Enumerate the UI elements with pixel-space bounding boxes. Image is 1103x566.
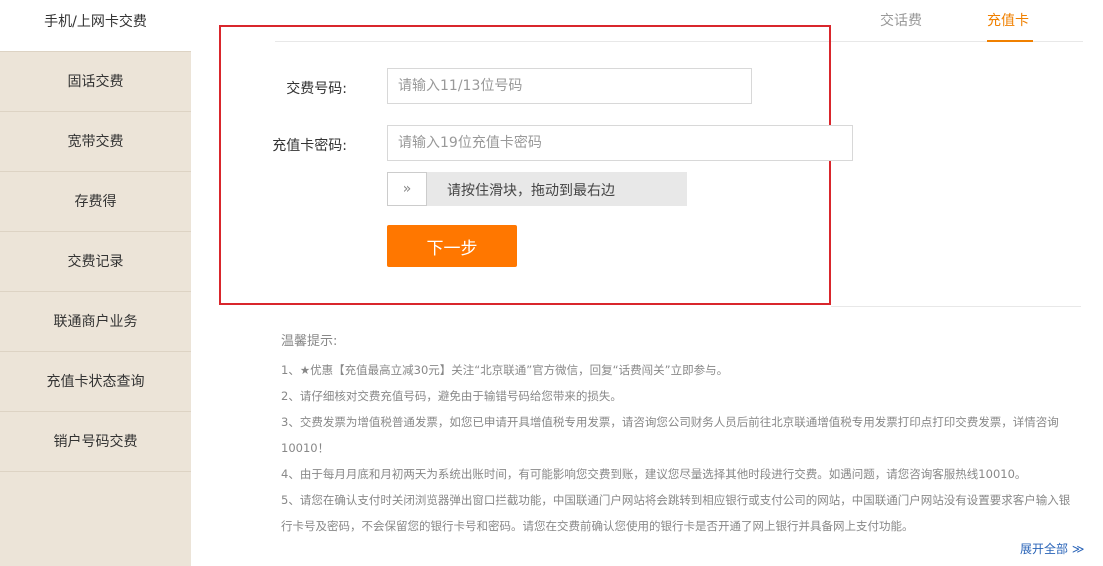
slider-instruction: 请按住滑块，拖动到最右边: [447, 183, 615, 199]
phone-number-label: 交费号码:: [286, 81, 347, 97]
tip-item: 2、请仔细核对交费充值号码，避免由于输错号码给您带来的损失。: [281, 389, 622, 403]
sidebar-item-merchant-business[interactable]: 联通商户业务: [0, 292, 191, 352]
active-tab-indicator: [987, 40, 1033, 42]
slider-handle-icon[interactable]: »: [387, 172, 427, 206]
sidebar-item-closed-number-payment[interactable]: 销户号码交费: [0, 412, 191, 472]
sidebar: 手机/上网卡交费 固话交费 宽带交费 存费得 交费记录 联通商户业务 充值卡状态…: [0, 0, 191, 566]
sidebar-item-mobile-payment[interactable]: 手机/上网卡交费: [0, 0, 191, 52]
slide-verification[interactable]: » 请按住滑块，拖动到最右边: [387, 172, 687, 206]
tab-pay-phone-bill[interactable]: 交话费: [880, 10, 922, 30]
content-divider: [831, 306, 1081, 307]
sidebar-item-deposit-bonus[interactable]: 存费得: [0, 172, 191, 232]
tip-item: 3、交费发票为增值税普通发票，如您已申请开具增值税专用发票，请咨询您公司财务人员…: [281, 415, 1059, 455]
phone-number-input[interactable]: [387, 68, 752, 104]
card-password-label: 充值卡密码:: [272, 138, 347, 154]
sidebar-item-payment-records[interactable]: 交费记录: [0, 232, 191, 292]
tip-item: 4、由于每月月底和月初两天为系统出账时间，有可能影响您交费到账，建议您尽量选择其…: [281, 467, 1027, 481]
tip-item: 1、★优惠【充值最高立减30元】关注“北京联通”官方微信，回复“话费闯关”立即参…: [281, 363, 729, 377]
sidebar-item-landline-payment[interactable]: 固话交费: [0, 52, 191, 112]
tips-section: 温馨提示: 1、★优惠【充值最高立减30元】关注“北京联通”官方微信，回复“话费…: [281, 330, 1081, 539]
tip-item: 5、请您在确认支付时关闭浏览器弹出窗口拦截功能，中国联通门户网站将会跳转到相应银…: [281, 493, 1071, 533]
sidebar-item-card-status-query[interactable]: 充值卡状态查询: [0, 352, 191, 412]
tips-title: 温馨提示:: [281, 334, 338, 349]
next-step-button[interactable]: 下一步: [387, 225, 517, 267]
sidebar-item-broadband-payment[interactable]: 宽带交费: [0, 112, 191, 172]
tab-recharge-card[interactable]: 充值卡: [987, 10, 1029, 30]
recharge-form-frame: 交费号码: 充值卡密码: » 请按住滑块，拖动到最右边 下一步: [219, 25, 853, 305]
card-password-input[interactable]: [387, 125, 853, 161]
expand-all-link[interactable]: 展开全部 ≫: [1020, 540, 1084, 557]
